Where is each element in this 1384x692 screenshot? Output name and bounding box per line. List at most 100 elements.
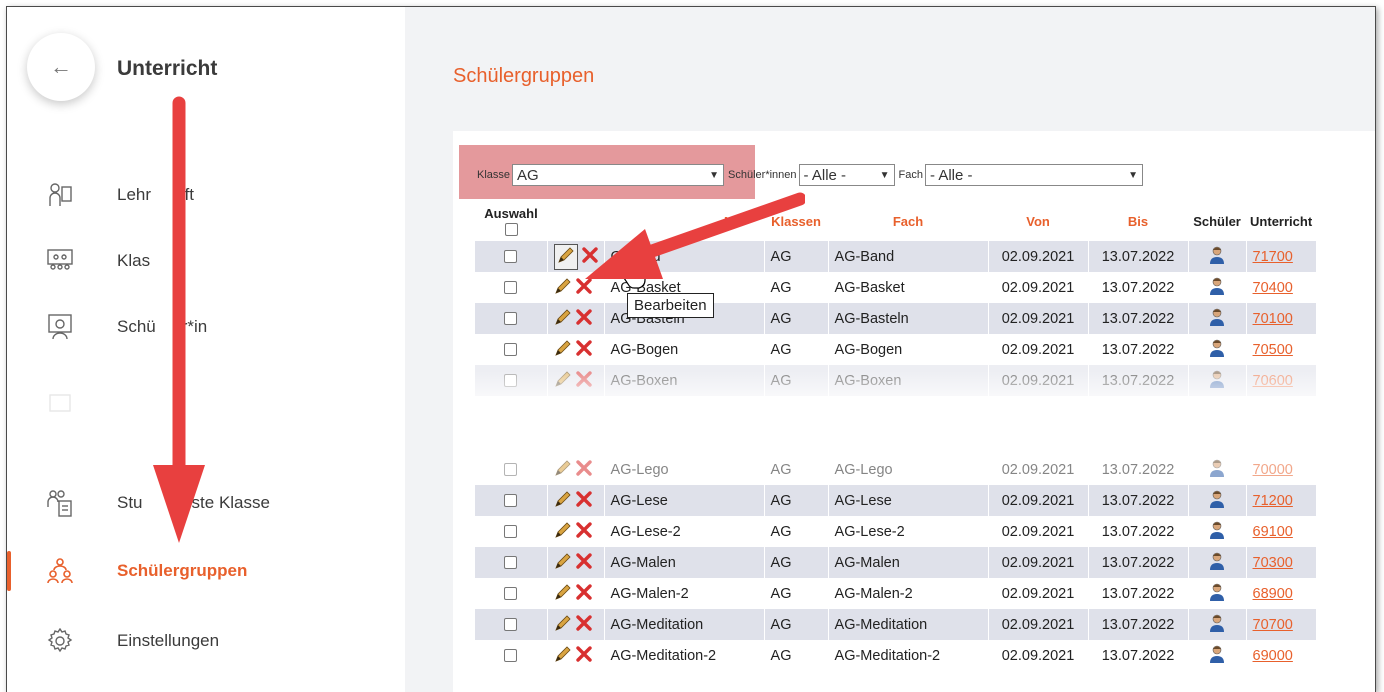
cell-bis: 13.07.2022 <box>1088 609 1189 640</box>
unterricht-link[interactable]: 70100 <box>1253 311 1293 327</box>
edit-pencil-icon[interactable] <box>554 308 572 330</box>
chevron-down-icon: ▼ <box>1128 169 1138 181</box>
sidebar-item-schuelergruppen[interactable]: Schülergruppen <box>7 545 405 597</box>
arrow-left-icon: ← <box>50 54 72 79</box>
student-person-icon[interactable] <box>1209 490 1225 512</box>
unterricht-link[interactable]: 70500 <box>1253 342 1293 358</box>
fach-select[interactable]: - Alle - ▼ <box>925 164 1143 186</box>
table-row: G-Band AG AG-Band 02.09.2021 13.07.2022 71700 <box>475 241 1317 272</box>
table-row: AG-Lese-2 AG AG-Lese-2 02.09.2021 13.07.2022… <box>475 516 1317 547</box>
back-button[interactable]: ← <box>27 33 95 101</box>
row-checkbox[interactable] <box>504 463 518 477</box>
cell-bis: 13.07.2022 <box>1088 334 1189 365</box>
unterricht-link[interactable]: 70300 <box>1253 555 1293 571</box>
student-person-icon[interactable] <box>1209 521 1225 543</box>
cell-klasse: AG <box>764 485 829 516</box>
delete-x-icon[interactable] <box>575 490 592 511</box>
header-fach[interactable]: Fach <box>828 201 988 241</box>
row-checkbox[interactable] <box>504 525 518 539</box>
delete-x-icon[interactable] <box>575 277 592 298</box>
table-row: AG-Lego AG AG-Lego 02.09.2021 13.07.2022 7000… <box>475 454 1317 485</box>
unterricht-link[interactable]: 70000 <box>1253 462 1293 478</box>
row-checkbox[interactable] <box>504 587 518 601</box>
delete-x-icon[interactable] <box>575 308 592 329</box>
row-checkbox-cell <box>475 303 548 334</box>
unterricht-link[interactable]: 69000 <box>1253 648 1293 664</box>
schueler-select[interactable]: - Alle - ▼ <box>798 164 895 186</box>
table-row: AG-Basket AG AG-Basket 02.09.2021 13.07.2022… <box>475 272 1317 303</box>
cell-bis: 13.07.2022 <box>1088 241 1189 272</box>
sidebar-item-einstellungen[interactable]: Einstellungen <box>7 615 405 667</box>
student-person-icon[interactable] <box>1209 583 1225 605</box>
gear-icon <box>47 628 73 654</box>
delete-x-icon[interactable] <box>575 521 592 542</box>
cell-bis: 13.07.2022 <box>1088 640 1189 671</box>
sidebar-item-label: Einstellungen <box>117 631 220 650</box>
unterricht-link[interactable]: 69100 <box>1253 524 1293 540</box>
edit-pencil-icon[interactable] <box>554 339 572 361</box>
student-person-icon[interactable] <box>1209 277 1225 299</box>
cell-bis: 13.07.2022 <box>1088 547 1189 578</box>
sidebar-item-lehrkraft[interactable]: Lehr aft <box>7 169 405 221</box>
edit-pencil-icon[interactable] <box>554 645 572 667</box>
student-person-icon[interactable] <box>1209 246 1225 268</box>
student-person-icon[interactable] <box>1209 645 1225 667</box>
sidebar-item-label: Klas <box>117 251 151 270</box>
row-checkbox[interactable] <box>504 281 518 295</box>
edit-pencil-icon[interactable] <box>554 552 572 574</box>
header-actions <box>547 201 604 241</box>
scroll-fade-top <box>453 371 1375 411</box>
table-row: AG-Meditation AG AG-Meditation 02.09.2021 13… <box>475 609 1317 640</box>
scroll-fade-bottom <box>453 411 1375 457</box>
unterricht-link[interactable]: 68900 <box>1253 586 1293 602</box>
student-person-icon[interactable] <box>1209 339 1225 361</box>
student-person-icon[interactable] <box>1209 614 1225 636</box>
header-bis[interactable]: Bis <box>1088 201 1188 241</box>
delete-x-icon[interactable] <box>575 614 592 635</box>
cell-von: 02.09.2021 <box>988 485 1089 516</box>
edit-pencil-icon[interactable] <box>554 490 572 512</box>
hand-cursor-icon <box>623 259 646 289</box>
row-checkbox[interactable] <box>504 556 518 570</box>
student-person-icon[interactable] <box>1209 459 1225 481</box>
row-checkbox[interactable] <box>504 250 518 264</box>
unterricht-link[interactable]: 70400 <box>1253 280 1293 296</box>
row-checkbox[interactable] <box>504 312 518 326</box>
cell-unterricht: 70400 <box>1246 272 1317 303</box>
klasse-select[interactable]: AG ▼ <box>512 164 725 186</box>
unterricht-link[interactable]: 70700 <box>1253 617 1293 633</box>
edit-pencil-icon[interactable] <box>554 583 572 605</box>
cell-klasse: AG <box>764 547 829 578</box>
sidebar-item-klasse[interactable]: Klas <box>7 235 405 287</box>
header-klassen[interactable]: Klassen <box>764 201 828 241</box>
edit-pencil-icon[interactable] <box>554 277 572 299</box>
row-checkbox[interactable] <box>504 494 518 508</box>
cell-schueler <box>1188 272 1247 303</box>
header-von[interactable]: Von <box>988 201 1088 241</box>
sidebar-item-schueler[interactable]: Schü r*in <box>7 301 405 353</box>
row-checkbox[interactable] <box>504 649 518 663</box>
row-checkbox[interactable] <box>504 343 518 357</box>
sidebar-item-hidden[interactable] <box>7 377 405 429</box>
delete-x-icon[interactable] <box>575 583 592 604</box>
sidebar-item-label: Lehr <box>117 185 152 204</box>
select-all-checkbox[interactable] <box>504 223 518 237</box>
edit-pencil-icon[interactable] <box>554 521 572 543</box>
edit-pencil-icon[interactable] <box>554 459 572 481</box>
delete-x-icon[interactable] <box>575 645 592 666</box>
delete-x-icon[interactable] <box>575 459 592 480</box>
edit-pencil-icon[interactable] <box>554 614 572 636</box>
delete-x-icon[interactable] <box>575 339 592 360</box>
unterricht-link[interactable]: 71700 <box>1253 249 1293 265</box>
delete-x-icon[interactable] <box>581 246 598 267</box>
faded-icon <box>47 390 73 416</box>
sidebar-item-stundenliste[interactable]: Stu nliste Klasse <box>7 477 405 529</box>
cell-bis: 13.07.2022 <box>1088 303 1189 334</box>
unterricht-link[interactable]: 71200 <box>1253 493 1293 509</box>
student-person-icon[interactable] <box>1209 308 1225 330</box>
student-person-icon[interactable] <box>1209 552 1225 574</box>
delete-x-icon[interactable] <box>575 552 592 573</box>
header-name[interactable]: N <box>604 201 764 241</box>
edit-pencil-icon[interactable] <box>553 243 578 270</box>
row-checkbox[interactable] <box>504 618 518 632</box>
